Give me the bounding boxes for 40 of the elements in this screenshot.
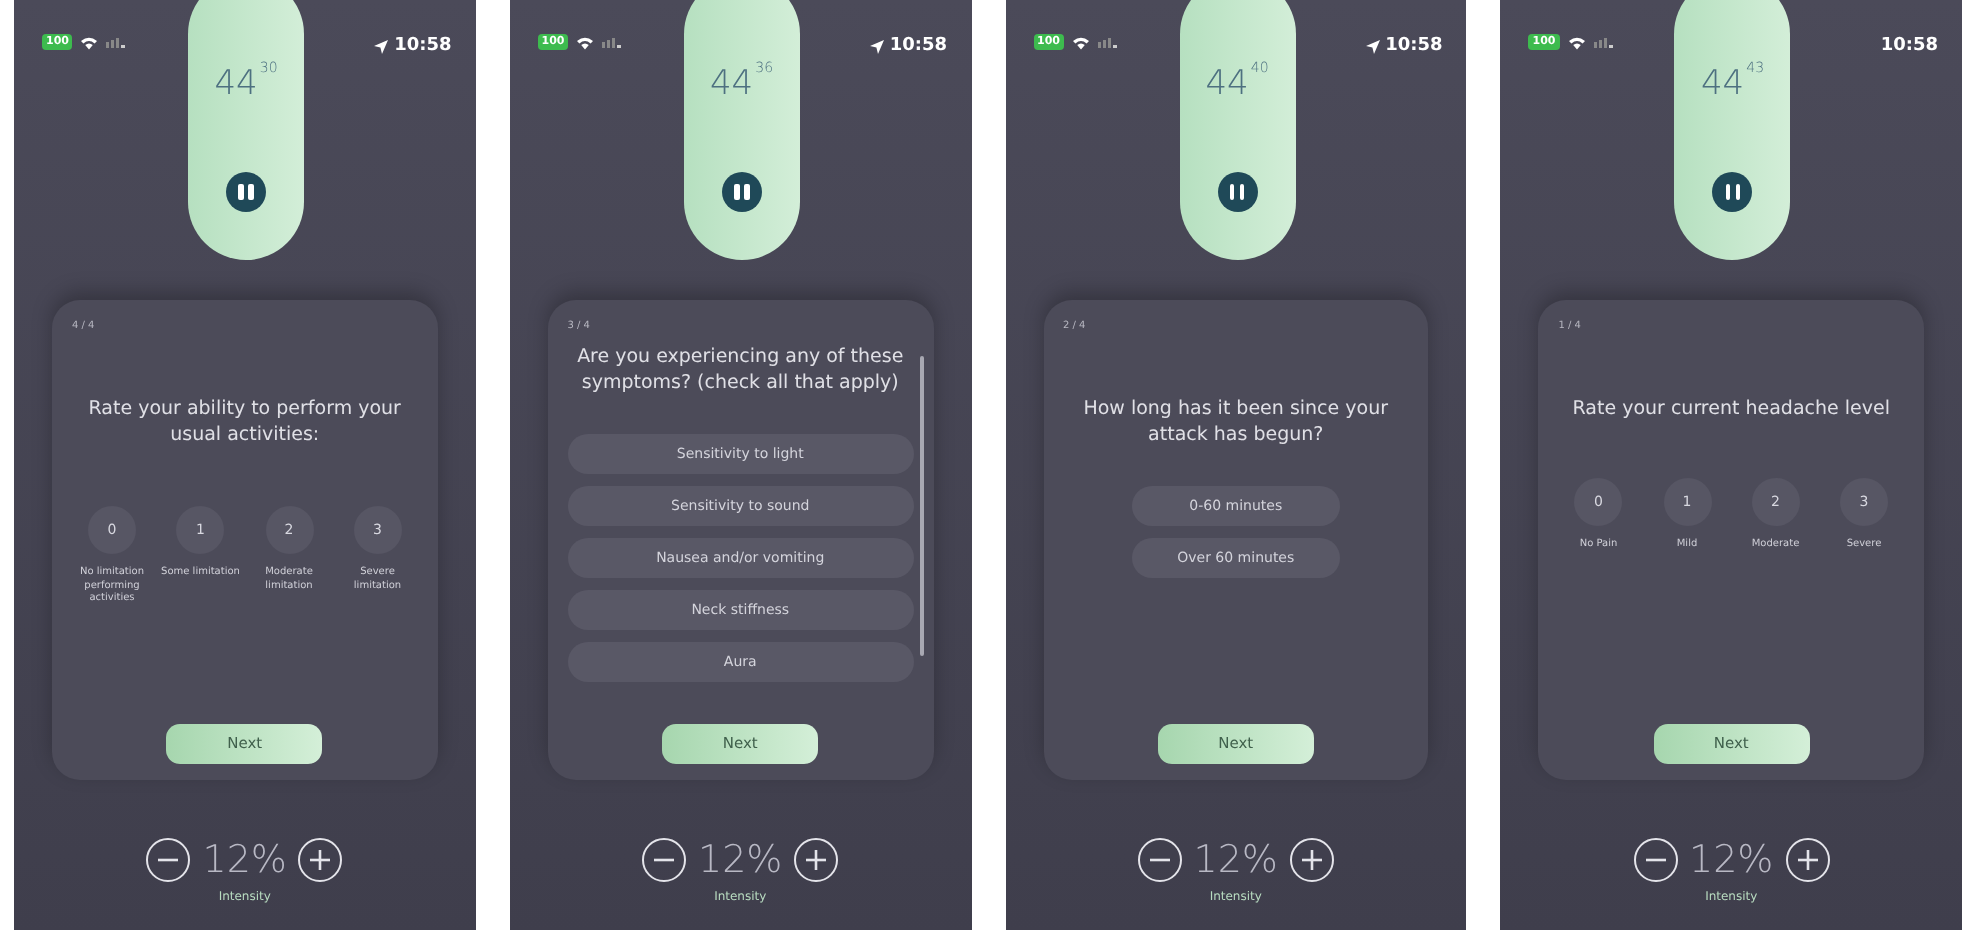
minus-icon — [654, 857, 674, 862]
signal-icon — [1593, 36, 1614, 48]
pause-button[interactable] — [1217, 172, 1257, 212]
minus-button[interactable] — [1633, 837, 1677, 882]
plus-button[interactable] — [794, 837, 839, 882]
status-time: 10:58 — [1880, 34, 1938, 60]
signal-icon — [106, 36, 127, 48]
question-text: Rate your current headache level — [1570, 395, 1892, 423]
status-time: 10:58 — [394, 34, 452, 60]
minus-icon — [1645, 857, 1665, 862]
pause-button[interactable] — [721, 172, 762, 212]
intensity-value: 12% — [202, 835, 287, 885]
pause-button[interactable] — [226, 172, 266, 212]
wifi-icon — [1567, 35, 1586, 49]
status-time: 10:58 — [889, 34, 947, 60]
pause-button[interactable] — [1712, 172, 1753, 212]
wifi-icon — [1071, 35, 1090, 49]
plus-button[interactable] — [1785, 837, 1830, 882]
plus-icon — [1797, 849, 1818, 870]
minus-icon — [158, 857, 179, 862]
plus-icon — [310, 849, 331, 870]
signal-icon — [1097, 36, 1118, 48]
question-text: How long has it been since your attack has begun? — [1081, 395, 1391, 451]
wifi-icon — [80, 35, 99, 49]
plus-button[interactable] — [1289, 837, 1334, 882]
plus-button[interactable] — [298, 837, 343, 882]
intensity-value: 12% — [1193, 835, 1278, 885]
wifi-icon — [576, 35, 595, 49]
plus-icon — [1301, 849, 1322, 870]
signal-icon — [602, 36, 623, 48]
status-time: 10:58 — [1385, 34, 1443, 60]
minus-button[interactable] — [1137, 837, 1182, 882]
intensity-value: 12% — [1689, 835, 1774, 885]
intensity-value: 12% — [698, 835, 783, 885]
minus-icon — [1149, 857, 1170, 862]
plus-icon — [806, 849, 827, 870]
question-text: Are you experiencing any of these symptoms? (check all that apply) — [575, 343, 906, 399]
minus-button[interactable] — [146, 837, 191, 882]
question-text: Rate your ability to perform your usual activities: — [86, 395, 403, 451]
minus-button[interactable] — [642, 837, 686, 882]
